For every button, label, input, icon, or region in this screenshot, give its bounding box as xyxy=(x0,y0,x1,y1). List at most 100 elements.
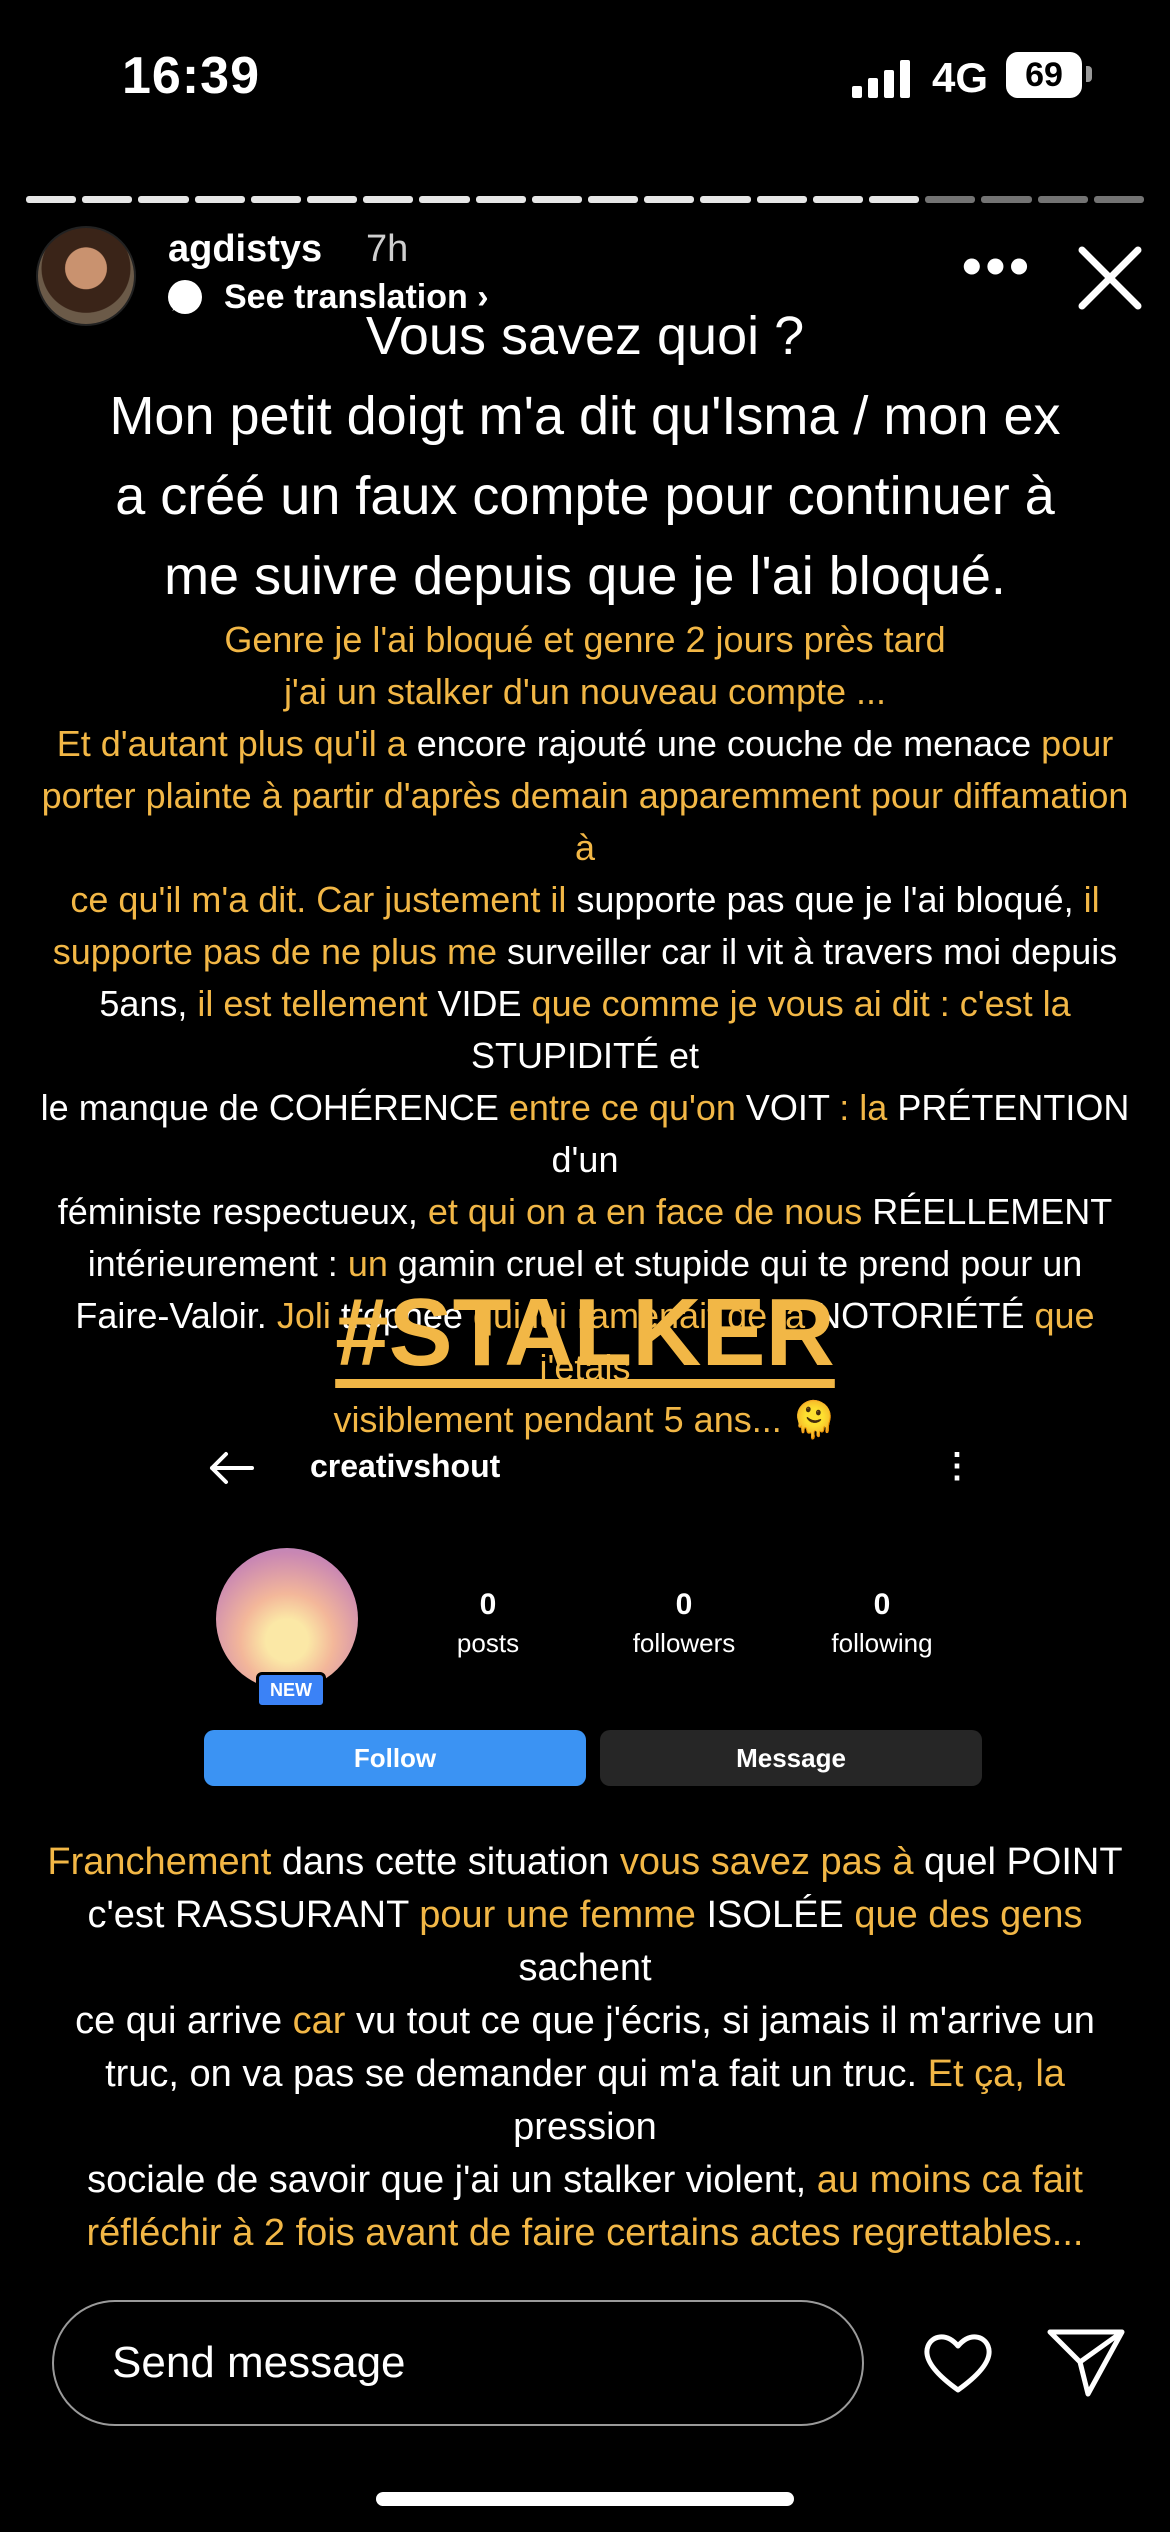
story-headline: Vous savez quoi ? Mon petit doigt m'a dit… xyxy=(40,296,1130,616)
stat-followers-label: followers xyxy=(632,1628,736,1658)
highlighted-text: : la xyxy=(839,1087,898,1128)
highlighted-text: Et d'autant plus qu'il a xyxy=(56,723,417,764)
status-time: 16:39 xyxy=(122,47,260,105)
embedded-follow-button: Follow xyxy=(204,1730,586,1786)
plain-text: supporte pas que je l'ai bloqué, xyxy=(576,879,1084,920)
highlighted-text: pour une femme xyxy=(419,1894,707,1936)
story-username[interactable]: agdistys xyxy=(168,228,322,271)
story-progress-segment xyxy=(307,196,358,203)
plain-text: encore rajouté une couche de menace xyxy=(416,723,1042,764)
highlighted-text: vous savez pas à xyxy=(619,1841,925,1883)
highlighted-text: Franchement xyxy=(47,1841,282,1883)
headline-line: me suivre depuis que je l'ai bloqué. xyxy=(164,546,1006,606)
text-line: ce qui arrive car vu tout ce que j'écris… xyxy=(40,1995,1130,2048)
signal-icon xyxy=(852,58,914,98)
plain-text: VIDE xyxy=(437,983,532,1024)
highlighted-text: car xyxy=(292,2000,356,2042)
text-line: 5ans, il est tellement VIDE que comme je… xyxy=(40,978,1130,1082)
battery-tip xyxy=(1086,66,1092,82)
stat-posts-count: 0 xyxy=(479,1588,497,1621)
highlighted-text: visiblement pendant 5 ans... 🫠 xyxy=(333,1399,837,1440)
highlighted-text: porter plainte à partir d'après demain a… xyxy=(41,775,1129,868)
plain-text: sociale de savoir que j'ai un stalker vi… xyxy=(87,2159,817,2201)
story-progress-segment xyxy=(363,196,414,203)
stat-following-count: 0 xyxy=(873,1588,891,1621)
highlighted-text: réfléchir à 2 fois avant de faire certai… xyxy=(86,2212,1084,2254)
highlighted-text: j'ai un stalker d'un nouveau compte ... xyxy=(283,671,887,712)
text-line: féministe respectueux, et qui on a en fa… xyxy=(40,1186,1130,1238)
story-progress-segment xyxy=(700,196,751,203)
highlighted-text: que des gens xyxy=(854,1894,1083,1936)
plain-text: ISOLÉE xyxy=(706,1894,855,1936)
text-line: truc, on va pas se demander qui m'a fait… xyxy=(40,2048,1130,2154)
stat-followers-count: 0 xyxy=(675,1588,693,1621)
text-line: Franchement dans cette situation vous sa… xyxy=(40,1836,1130,1889)
plain-text: truc, on va pas se demander qui m'a fait… xyxy=(105,2053,928,2095)
text-line: c'est RASSURANT pour une femme ISOLÉE qu… xyxy=(40,1889,1130,1995)
highlighted-text: Et ça, la xyxy=(927,2053,1065,2095)
story-progress-segment xyxy=(1093,196,1145,203)
plain-text: féministe respectueux, xyxy=(57,1191,428,1232)
highlighted-text: entre ce qu'on xyxy=(508,1087,746,1128)
story-progress-segment xyxy=(194,196,245,203)
text-line: porter plainte à partir d'après demain a… xyxy=(40,770,1130,874)
text-line: sociale de savoir que j'ai un stalker vi… xyxy=(40,2154,1130,2207)
plain-text: dans cette situation xyxy=(281,1841,620,1883)
embedded-message-button: Message xyxy=(600,1730,982,1786)
new-badge: NEW xyxy=(256,1672,326,1708)
embedded-profile-picture xyxy=(216,1548,358,1690)
network-type: 4G xyxy=(932,54,989,101)
text-line: le manque de COHÉRENCE entre ce qu'on VO… xyxy=(40,1082,1130,1186)
story-progress-segment xyxy=(756,196,807,203)
highlighted-text: pour xyxy=(1041,723,1114,764)
highlighted-text: ce qu'il m'a dit. Car justement il xyxy=(70,879,577,920)
text-line: réfléchir à 2 fois avant de faire certai… xyxy=(40,2207,1130,2260)
text-line: Genre je l'ai bloqué et genre 2 jours pr… xyxy=(40,614,1130,666)
text-line: Et d'autant plus qu'il a encore rajouté … xyxy=(40,718,1130,770)
plain-text: quel POINT xyxy=(924,1841,1123,1883)
story-progress-segment xyxy=(925,196,976,203)
story-bottom-text: Franchement dans cette situation vous sa… xyxy=(40,1836,1130,2260)
plain-text: surveiller car il vit à travers moi depu… xyxy=(507,931,1118,972)
story-progress-segment xyxy=(26,196,77,203)
home-indicator xyxy=(376,2492,794,2506)
send-icon[interactable] xyxy=(1044,2322,1128,2402)
heart-icon[interactable] xyxy=(918,2322,998,2402)
plain-text: pression xyxy=(513,2106,657,2148)
story-progress-segment xyxy=(531,196,583,203)
highlighted-text: au moins ca fait xyxy=(816,2159,1083,2201)
plain-text: RÉELLEMENT xyxy=(872,1191,1113,1232)
highlighted-text: Genre je l'ai bloqué et genre 2 jours pr… xyxy=(224,619,946,660)
story-progress-bar xyxy=(26,196,1145,203)
text-line: ce qu'il m'a dit. Car justement il suppo… xyxy=(40,874,1130,926)
plain-text: ce qui arrive xyxy=(75,2000,293,2042)
back-arrow-icon xyxy=(206,1448,256,1488)
embedded-menu-icon: ⋮ xyxy=(940,1447,974,1485)
stat-following-label: following xyxy=(831,1628,933,1658)
story-age: 7h xyxy=(366,228,409,270)
story-progress-segment xyxy=(1037,196,1088,203)
plain-text: VOIT xyxy=(745,1087,840,1128)
text-line: visiblement pendant 5 ans... 🫠 xyxy=(40,1394,1130,1446)
highlighted-text: et qui on a en face de nous xyxy=(427,1191,873,1232)
highlighted-text: supporte pas de ne plus me xyxy=(52,931,508,972)
plain-text: le manque de COHÉRENCE xyxy=(40,1087,509,1128)
highlighted-text: il est tellement xyxy=(197,983,438,1024)
story-progress-segment xyxy=(812,196,864,203)
story-progress-segment xyxy=(82,196,133,203)
headline-line: Vous savez quoi ? xyxy=(365,306,805,366)
story-progress-segment xyxy=(138,196,189,203)
story-hashtag: #STALKER xyxy=(335,1279,835,1386)
headline-line: a créé un faux compte pour continuer à xyxy=(115,466,1055,526)
plain-text: c'est RASSURANT xyxy=(87,1894,420,1936)
stat-posts-label: posts xyxy=(456,1628,520,1658)
story-progress-segment xyxy=(588,196,639,203)
send-message-placeholder: Send message xyxy=(112,2338,406,2387)
highlighted-text: que comme je vous ai dit : c'est la xyxy=(531,983,1071,1024)
highlighted-text: il xyxy=(1083,879,1100,920)
plain-text: sachent xyxy=(518,1947,652,1989)
story-progress-segment xyxy=(981,196,1032,203)
story-progress-segment xyxy=(419,196,470,203)
plain-text: STUPIDITÉ et xyxy=(470,1035,700,1076)
more-options-icon[interactable]: ••• xyxy=(962,238,1033,294)
